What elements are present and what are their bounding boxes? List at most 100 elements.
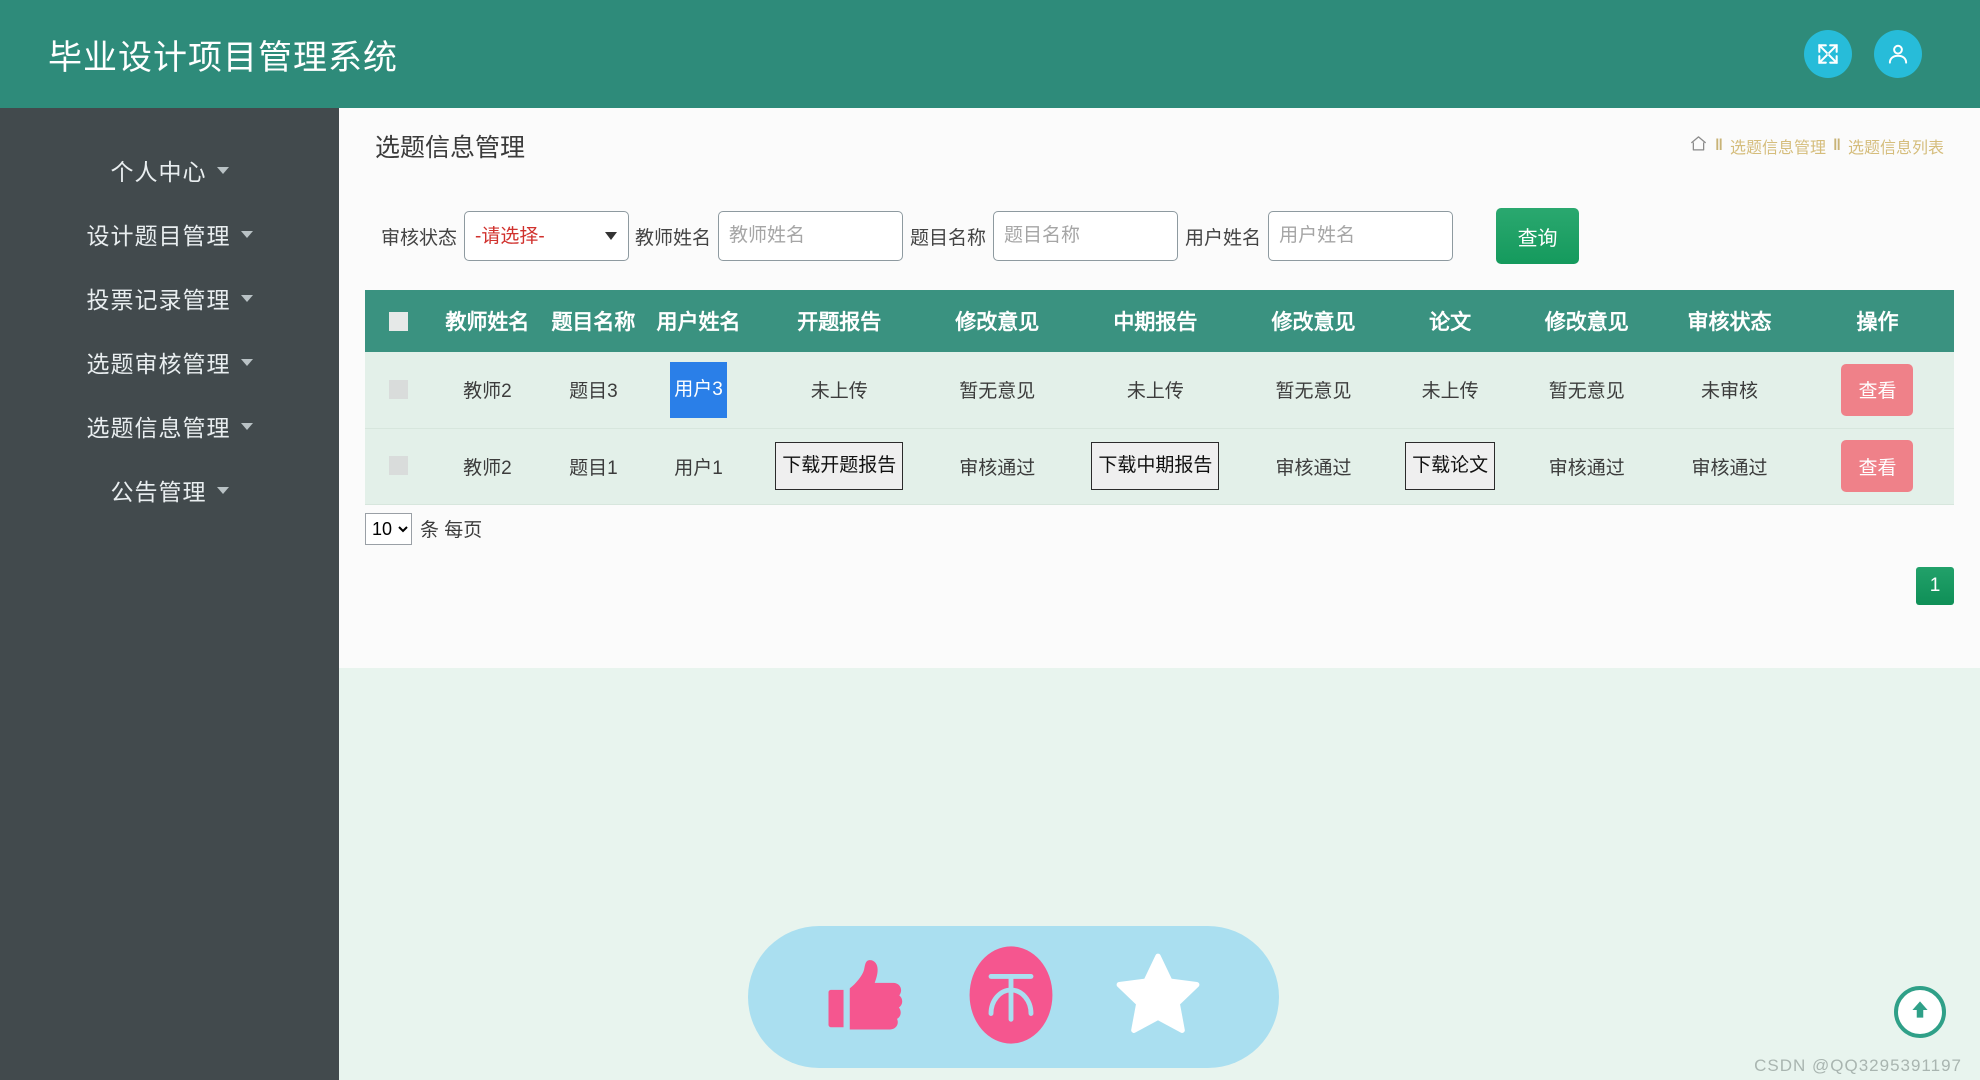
column-review-status: 审核状态	[1687, 311, 1772, 334]
sidebar: 个人中心 设计题目管理 投票记录管理 选题审核管理 选题信息管理 公告管理	[0, 108, 339, 1080]
pagination: 1	[339, 545, 1980, 605]
column-user-name: 用户姓名	[656, 311, 741, 334]
column-topic-name: 题目名称	[551, 311, 636, 334]
column-proposal-report: 开题报告	[797, 311, 882, 334]
cell-topic-name: 题目3	[542, 352, 645, 429]
select-all-header	[365, 290, 432, 352]
cell-thesis: 下载论文	[1384, 428, 1516, 505]
sidebar-item-vote-record-management[interactable]: 投票记录管理	[0, 266, 339, 330]
sidebar-item-label: 选题信息管理	[86, 415, 231, 441]
star-icon	[1112, 949, 1204, 1046]
chevron-down-icon	[240, 422, 253, 430]
cell-proposal-opinion: 审核通过	[925, 428, 1069, 505]
reaction-bar	[748, 926, 1279, 1068]
download-proposal-button[interactable]: 下载开题报告	[775, 442, 904, 490]
review-status-select-wrap: -请选择-	[464, 211, 630, 261]
chevron-down-icon	[240, 294, 253, 302]
topic-name-label: 题目名称	[910, 227, 987, 249]
favorite-button[interactable]	[1112, 949, 1204, 1046]
cell-midterm-opinion: 暂无意见	[1242, 352, 1385, 429]
sidebar-item-label: 公告管理	[110, 479, 207, 505]
page-title: 选题信息管理	[375, 134, 526, 162]
column-proposal-opinion: 修改意见	[955, 311, 1040, 334]
header-actions	[1804, 30, 1948, 78]
sidebar-item-label: 投票记录管理	[86, 287, 231, 313]
chevron-down-icon	[216, 486, 229, 494]
panel-header: 选题信息管理 ‖ 选题信息管理 ‖ 选题信息列表	[339, 108, 1980, 170]
user-name-label: 用户姓名	[1185, 227, 1262, 249]
breadcrumb-item-topic-info-management[interactable]: 选题信息管理	[1730, 134, 1826, 158]
sidebar-item-personal-center[interactable]: 个人中心	[0, 138, 339, 202]
watermark: CSDN @QQ3295391197	[1754, 1056, 1962, 1075]
teacher-name-input[interactable]	[718, 211, 904, 261]
download-midterm-button[interactable]: 下载中期报告	[1091, 442, 1220, 490]
cell-topic-name: 题目1	[542, 428, 645, 505]
page-number-1[interactable]: 1	[1916, 566, 1954, 605]
row-select-cell	[365, 352, 433, 429]
user-button[interactable]	[1874, 30, 1922, 78]
fullscreen-icon	[1815, 41, 1841, 67]
app-title: 毕业设计项目管理系统	[48, 38, 398, 77]
cell-user-name: 用户1	[644, 428, 753, 505]
topic-info-table: 教师姓名 题目名称 用户姓名 开题报告 修改意见 中期报告 修改意见 论文 修改…	[365, 290, 1954, 505]
table-row: 教师2 题目3 用户3 未上传 暂无意见 未上传 暂无意见 未上传 暂无意见 未…	[365, 352, 1954, 429]
column-teacher-name: 教师姓名	[445, 311, 530, 334]
cell-user-name: 用户3	[644, 352, 753, 429]
sidebar-item-label: 设计题目管理	[86, 223, 231, 249]
view-button[interactable]: 查看	[1841, 440, 1914, 492]
row-checkbox[interactable]	[389, 456, 409, 476]
topic-name-input[interactable]	[993, 211, 1179, 261]
cell-midterm-report: 未上传	[1068, 352, 1243, 429]
sidebar-item-label: 选题审核管理	[86, 351, 231, 377]
page-size-select[interactable]: 10	[365, 512, 412, 545]
per-page-label: 条 每页	[420, 520, 483, 541]
query-button[interactable]: 查询	[1496, 208, 1580, 264]
review-status-label: 审核状态	[381, 227, 458, 249]
cell-operation: 查看	[1800, 428, 1954, 505]
view-button[interactable]: 查看	[1841, 363, 1914, 416]
review-status-select[interactable]: -请选择-	[464, 211, 630, 261]
table-container: 教师姓名 题目名称 用户姓名 开题报告 修改意见 中期报告 修改意见 论文 修改…	[339, 264, 1980, 505]
sidebar-item-announcement-management[interactable]: 公告管理	[0, 458, 339, 522]
arrow-up-icon	[1907, 997, 1933, 1028]
column-midterm-opinion: 修改意见	[1271, 311, 1356, 334]
table-header-row: 教师姓名 题目名称 用户姓名 开题报告 修改意见 中期报告 修改意见 论文 修改…	[365, 290, 1954, 352]
selected-text: 用户3	[670, 361, 727, 418]
cell-operation: 查看	[1800, 352, 1954, 429]
table-head: 教师姓名 题目名称 用户姓名 开题报告 修改意见 中期报告 修改意见 论文 修改…	[365, 290, 1954, 352]
cell-midterm-report: 下载中期报告	[1068, 428, 1243, 505]
select-all-checkbox[interactable]	[389, 311, 409, 331]
fullscreen-button[interactable]	[1804, 30, 1852, 78]
back-to-top-button[interactable]	[1894, 986, 1946, 1038]
cell-review-status: 未审核	[1658, 352, 1801, 429]
cell-thesis-opinion: 暂无意见	[1515, 352, 1659, 429]
umbrella-icon	[968, 945, 1054, 1050]
row-select-cell	[365, 428, 433, 505]
sidebar-item-topic-review-management[interactable]: 选题审核管理	[0, 330, 339, 394]
page-size-row: 10 条 每页	[339, 505, 1980, 545]
content-panel: 选题信息管理 ‖ 选题信息管理 ‖ 选题信息列表 审核状态 -请选择- 教师姓名…	[339, 108, 1980, 668]
download-thesis-button[interactable]: 下载论文	[1405, 442, 1496, 490]
cell-teacher-name: 教师2	[432, 428, 543, 505]
cell-proposal-opinion: 暂无意见	[925, 352, 1069, 429]
table-row: 教师2 题目1 用户1 下载开题报告 审核通过 下载中期报告 审核通过 下载论文	[365, 428, 1954, 505]
like-button[interactable]	[823, 949, 911, 1046]
home-icon[interactable]	[1689, 134, 1708, 158]
cell-proposal-report: 下载开题报告	[752, 428, 926, 505]
cell-thesis-opinion: 审核通过	[1515, 428, 1659, 505]
sidebar-item-label: 个人中心	[110, 159, 207, 185]
breadcrumb-separator: ‖	[1833, 137, 1841, 154]
column-midterm-report: 中期报告	[1113, 311, 1198, 334]
search-bar: 审核状态 -请选择- 教师姓名 题目名称 用户姓名 查询	[339, 170, 1980, 264]
table-body: 教师2 题目3 用户3 未上传 暂无意见 未上传 暂无意见 未上传 暂无意见 未…	[365, 352, 1954, 505]
breadcrumb-item-topic-info-list[interactable]: 选题信息列表	[1848, 134, 1944, 158]
breadcrumb: ‖ 选题信息管理 ‖ 选题信息列表	[1689, 134, 1944, 158]
user-name-input[interactable]	[1268, 211, 1454, 261]
cell-proposal-report: 未上传	[752, 352, 926, 429]
sidebar-item-design-topic-management[interactable]: 设计题目管理	[0, 202, 339, 266]
row-checkbox[interactable]	[389, 380, 409, 400]
cell-teacher-name: 教师2	[432, 352, 543, 429]
sidebar-item-topic-info-management[interactable]: 选题信息管理	[0, 394, 339, 458]
thumbs-up-icon	[823, 949, 911, 1046]
umbrella-button[interactable]	[968, 945, 1054, 1050]
